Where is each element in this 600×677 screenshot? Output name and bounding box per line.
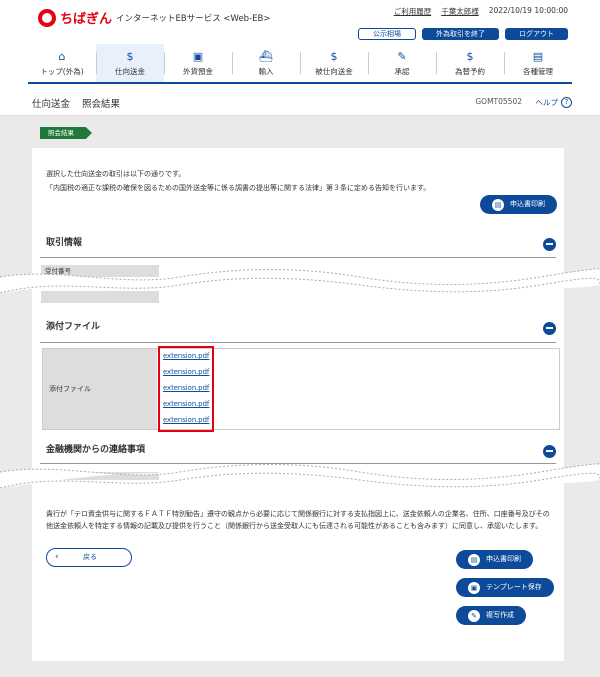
divider (40, 342, 556, 343)
nav-label: 外貨預金 (183, 67, 213, 76)
screen-code: GOMT05502 (475, 97, 522, 106)
header-buttons: 公示相場 外為取引を終了 ログアウト (358, 28, 568, 40)
back-button[interactable]: ‹ 戻る (46, 548, 132, 567)
logout-button[interactable]: ログアウト (505, 28, 568, 40)
attachment-link[interactable]: extension.pdf (160, 396, 212, 412)
nav-label: 仕向送金 (115, 67, 145, 76)
step-indicator: 照会結果 (40, 127, 92, 139)
template-save-button[interactable]: ▣ テンプレート保存 (456, 578, 554, 597)
pencil-icon: ✎ (468, 609, 480, 622)
content-area: 照会結果 選択した仕向送金の取引は以下の通りです。 「内国税の適正な課税の確保を… (0, 116, 600, 677)
attachments-table: 添付ファイル (42, 348, 560, 430)
section-title: 添付ファイル (46, 322, 101, 332)
button-label: 複写作成 (486, 611, 514, 619)
logo-mark-icon (38, 8, 56, 27)
nav-incoming[interactable]: $ 被仕向送金 (300, 44, 368, 82)
button-label: 申込書印刷 (486, 555, 521, 563)
attachment-link[interactable]: extension.pdf (160, 380, 212, 396)
logo: ちばぎん インターネットEBサービス <Web-EB> (38, 8, 270, 27)
page-title: 仕向送金 (32, 99, 71, 110)
collapse-icon[interactable] (543, 322, 556, 335)
nav-settings[interactable]: ▤ 各種管理 (504, 44, 572, 82)
fatf-consent-note: 貴行が「テロ資金供与に関するＦＡＴＦ特別勧告」遵守の観点から必要に応じて関係銀行… (46, 510, 550, 530)
home-icon: ⌂ (58, 50, 66, 63)
nav-label: トップ(外為) (40, 67, 84, 76)
button-label: 戻る (83, 553, 97, 561)
section-title: 金融機関からの連絡事項 (46, 445, 146, 455)
info-message: 選択した仕向送金の取引は以下の通りです。 (46, 170, 186, 178)
attachments-list: extension.pdf extension.pdf extension.pd… (158, 346, 214, 432)
approve-icon: ✎ (397, 50, 407, 63)
nav-deposit[interactable]: ▣ 外貨預金 (164, 44, 232, 82)
remit-icon: $ (126, 50, 134, 63)
save-icon: ▣ (468, 581, 480, 594)
help-label: ヘルプ (535, 98, 559, 107)
incoming-icon: $ (330, 50, 338, 63)
divider (40, 257, 556, 258)
nav-top[interactable]: ⌂ トップ(外為) (28, 44, 96, 82)
cut-wave-top (0, 268, 600, 293)
attachment-link[interactable]: extension.pdf (160, 412, 212, 428)
deposit-icon: ▣ (192, 50, 204, 63)
printer-icon: ▤ (468, 553, 480, 566)
nav-label: 輸入 (258, 67, 274, 76)
attach-label: 添付ファイル (43, 349, 157, 429)
collapse-icon[interactable] (543, 445, 556, 458)
attachment-link[interactable]: extension.pdf (160, 364, 212, 380)
fx-end-button[interactable]: 外為取引を終了 (422, 28, 499, 40)
nav-label: 為替予約 (455, 67, 485, 76)
usage-history-link[interactable]: ご利用履歴 (394, 6, 432, 17)
chevron-left-icon: ‹ (55, 552, 59, 562)
button-label: 申込書印刷 (510, 200, 545, 208)
public-rates-button[interactable]: 公示相場 (358, 28, 416, 40)
nav-label: 承認 (394, 67, 410, 76)
nav-import[interactable]: ⛴ 輸入 (232, 44, 300, 82)
nav-label: 各種管理 (523, 67, 553, 76)
service-name: インターネットEBサービス <Web-EB> (116, 13, 271, 24)
print-application-button[interactable]: ▤ 申込書印刷 (456, 550, 533, 569)
import-icon: ⛴ (259, 50, 273, 63)
section-title: 取引情報 (46, 238, 83, 248)
nav-approve[interactable]: ✎ 承認 (368, 44, 436, 82)
attachment-link[interactable]: extension.pdf (160, 348, 212, 364)
nav-remit[interactable]: $ 仕向送金 (96, 44, 164, 82)
brand-name: ちばぎん (60, 12, 113, 27)
fx-contract-icon: $ (466, 50, 474, 63)
help-icon: ? (561, 97, 572, 108)
nav-label: 被仕向送金 (315, 67, 353, 76)
header: ちばぎん インターネットEBサービス <Web-EB> ご利用履歴 千葉太郎様 … (0, 0, 600, 40)
printer-icon: ▤ (492, 198, 504, 211)
top-links: ご利用履歴 千葉太郎様 2022/10/19 10:00:00 (394, 6, 568, 17)
copy-create-button[interactable]: ✎ 複写作成 (456, 606, 526, 625)
main-nav: ⌂ トップ(外為) $ 仕向送金 ▣ 外貨預金 ⛴ 輸入 $ 被仕向送金 ✎ 承認 $ 為替予… (28, 44, 572, 84)
print-application-button-top[interactable]: ▤ 申込書印刷 (480, 195, 557, 214)
datetime: 2022/10/19 10:00:00 (488, 6, 568, 15)
nav-fx-contract[interactable]: $ 為替予約 (436, 44, 504, 82)
settings-icon: ▤ (532, 50, 544, 63)
help-link[interactable]: ヘルプ? (535, 97, 572, 108)
collapse-icon[interactable] (543, 238, 556, 251)
page-subtitle: 照会結果 (82, 99, 121, 110)
title-bar: 仕向送金 照会結果 GOMT05502 ヘルプ? (0, 88, 600, 116)
button-label: テンプレート保存 (486, 583, 542, 591)
cut-wave-bottom (0, 463, 600, 488)
law-notice: 「内国税の適正な課税の確保を図るための国外送金等に係る調書の提出等に関する法律」… (46, 184, 431, 192)
user-name-link[interactable]: 千葉太郎様 (441, 6, 479, 17)
